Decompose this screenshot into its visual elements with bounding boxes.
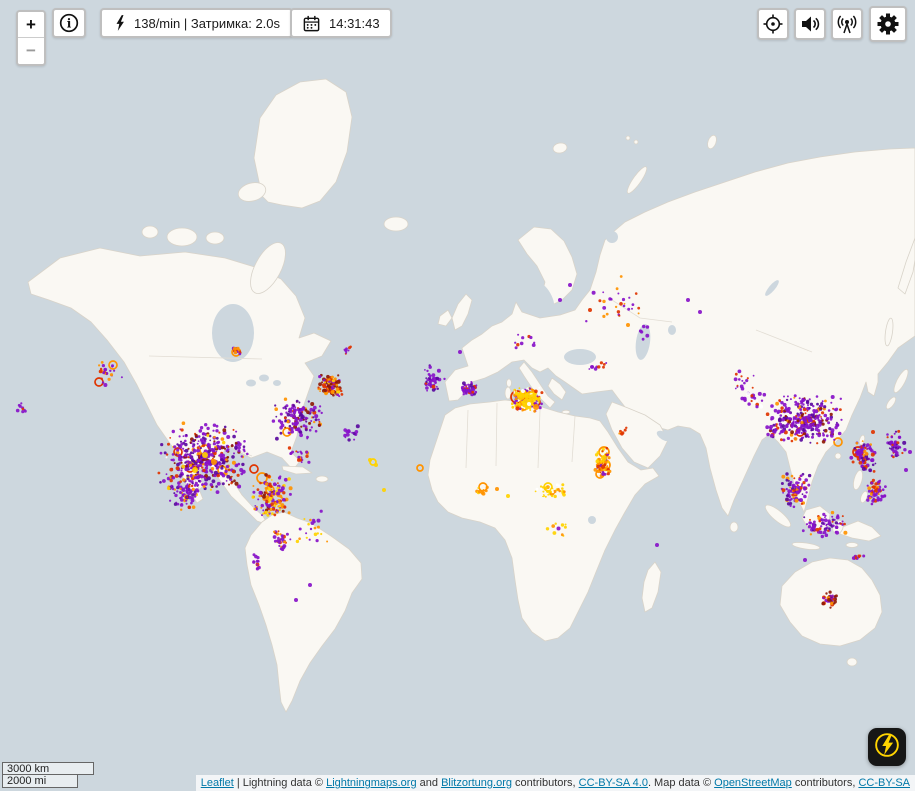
attribution-link[interactable]: Leaflet: [201, 777, 234, 789]
land-arctic-island: [205, 231, 225, 245]
zoom-control: + −: [16, 10, 46, 66]
land-sri-lanka: [729, 521, 739, 533]
attribution-link[interactable]: Lightningmaps.org: [326, 777, 417, 789]
land-corsica: [506, 378, 512, 388]
world-map: [15, 78, 915, 713]
attribution: Leaflet | Lightning data © Lightningmaps…: [195, 775, 915, 791]
land-franz-josef: [625, 135, 631, 141]
signal-button[interactable]: [831, 8, 863, 40]
attribution-link[interactable]: Blitzortung.org: [441, 777, 512, 789]
attribution-link[interactable]: CC-BY-SA: [858, 777, 910, 789]
land-novaya-zemlya: [626, 166, 648, 194]
lightning-icon: [113, 13, 127, 33]
attribution-link[interactable]: CC-BY-SA 4.0: [579, 777, 648, 789]
info-button[interactable]: i: [52, 8, 86, 38]
attribution-text-container: Leaflet | Lightning data © Lightningmaps…: [201, 777, 910, 789]
land-japan-kyushu: [885, 396, 897, 410]
locate-button[interactable]: [757, 8, 789, 40]
land-victoria-island: [166, 227, 198, 247]
crosshair-icon: [762, 13, 784, 35]
land-ireland: [437, 309, 453, 327]
land-japan-honshu: [893, 368, 909, 394]
land-philippines: [852, 469, 864, 491]
zoom-in-button[interactable]: +: [18, 12, 44, 38]
scale-mi: 2000 mi: [2, 775, 78, 788]
attribution-text: . Map data ©: [647, 777, 715, 789]
land-franz-josef: [633, 139, 639, 145]
sound-button[interactable]: [794, 8, 826, 40]
attribution-text: contributors,: [512, 777, 579, 789]
attribution-text: | Lightning data ©: [233, 777, 327, 789]
land-lesser-sunda: [845, 542, 859, 548]
strike-rate-control: 138/min | Затримка: 2.0s: [100, 8, 294, 38]
land-tasmania: [846, 657, 858, 667]
land-britain: [451, 293, 473, 331]
land-arctic-island: [141, 225, 159, 239]
land-sardinia: [504, 386, 512, 400]
map-canvas[interactable]: + − i 138/min | Затримка: 2.0s 14:31:43 …: [0, 0, 915, 791]
calendar-icon: [302, 14, 321, 33]
svg-text:i: i: [67, 17, 72, 31]
clock-control: 14:31:43: [290, 8, 392, 38]
speaker-icon: [799, 13, 821, 35]
attribution-text: contributors,: [791, 777, 859, 789]
lightning-toggle-button[interactable]: [868, 728, 906, 766]
scale-control: 3000 km 2000 mi: [2, 762, 94, 788]
land-south-america: [244, 511, 363, 713]
strike-rate-text: 138/min | Затримка: 2.0s: [134, 15, 281, 31]
info-icon: i: [58, 12, 80, 34]
land-hainan: [834, 452, 842, 460]
clock-text: 14:31:43: [329, 15, 380, 31]
land-iceland: [383, 216, 409, 232]
lightning-circle-icon: [870, 728, 904, 767]
gear-icon: [874, 10, 902, 38]
land-severnaya-zemlya: [707, 134, 717, 150]
land-java: [791, 542, 821, 550]
attribution-text: and: [416, 777, 442, 789]
land-sumatra: [764, 504, 792, 528]
settings-button[interactable]: [869, 6, 907, 42]
attribution-link[interactable]: OpenStreetMap: [714, 777, 792, 789]
land-svalbard: [552, 142, 568, 154]
land-greenland: [253, 78, 353, 209]
land-hispaniola: [315, 475, 329, 483]
broadcast-antenna-icon: [836, 13, 858, 35]
scale-km: 3000 km: [2, 762, 94, 775]
land-madagascar: [641, 561, 662, 613]
land-cuba: [281, 465, 313, 475]
zoom-out-button[interactable]: −: [18, 38, 44, 64]
